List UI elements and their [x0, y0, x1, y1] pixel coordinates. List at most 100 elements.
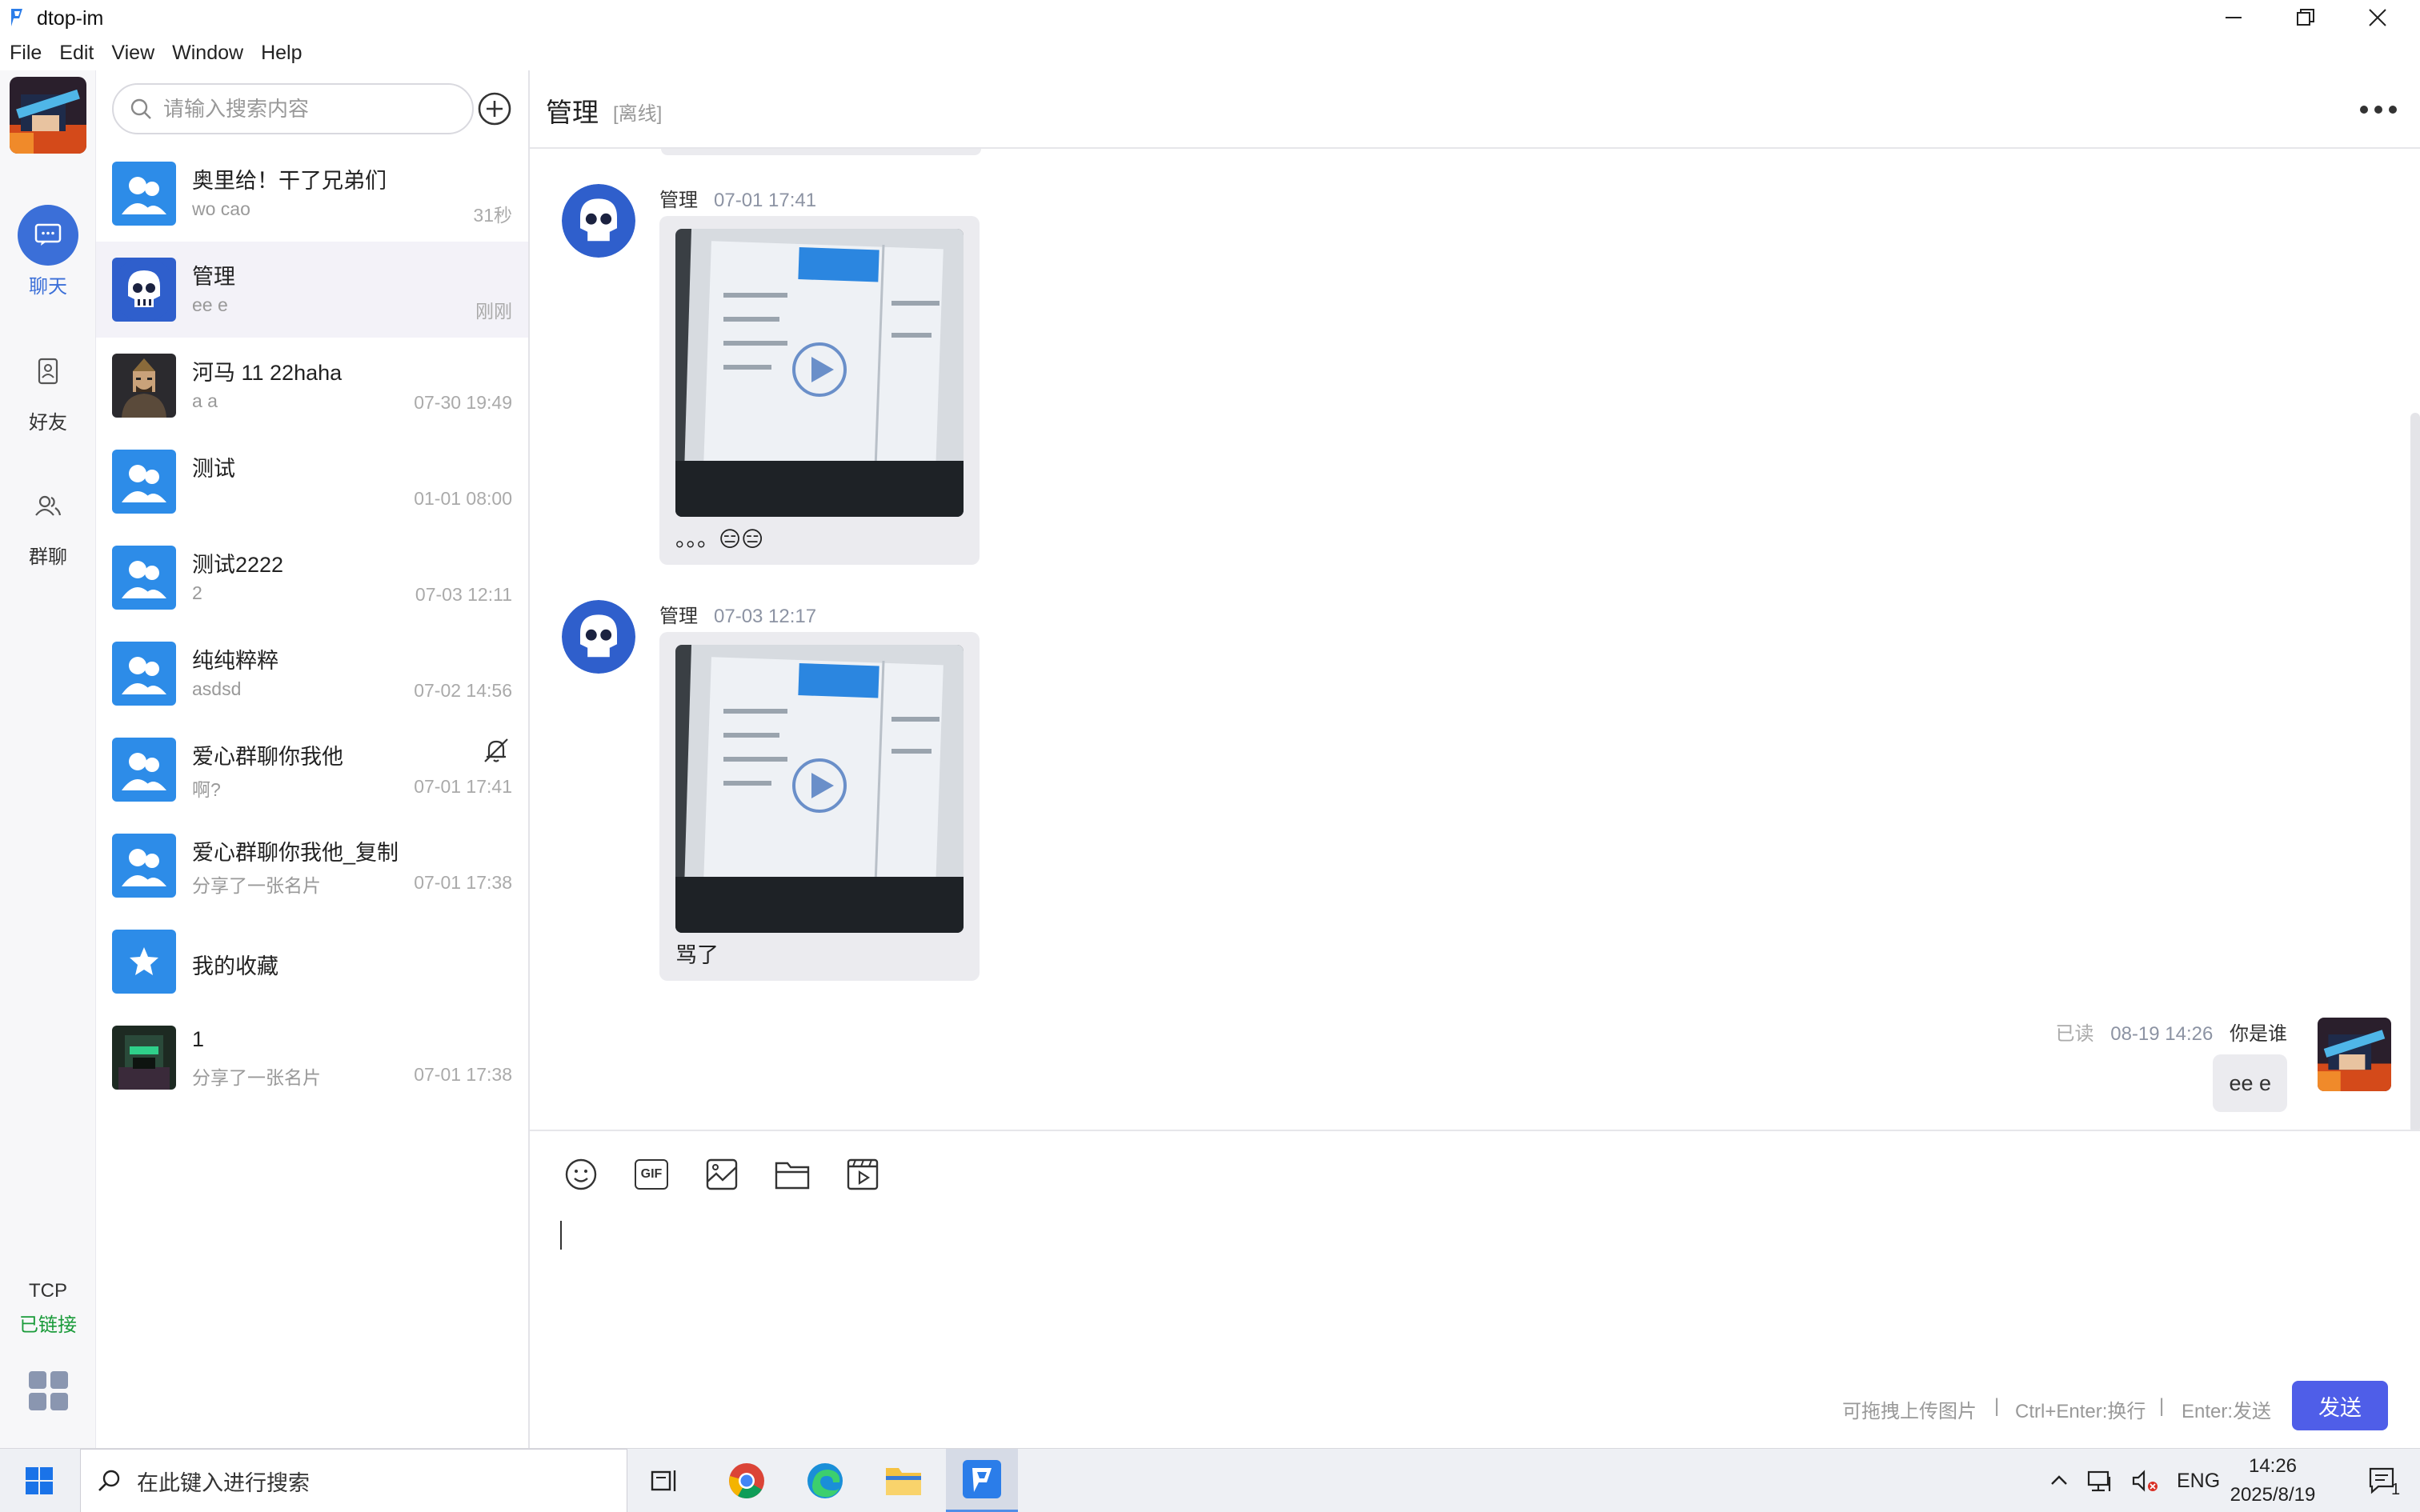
task-view-icon [651, 1470, 676, 1491]
conversation-item[interactable]: 爱心群聊你我他 啊? 07-01 17:41 [96, 722, 528, 818]
conversation-preview: wo cao [192, 198, 250, 219]
volume-muted-icon[interactable] [2132, 1469, 2159, 1493]
conversation-time: 07-01 17:41 [414, 776, 512, 797]
notification-center-button[interactable]: 1 [2348, 1449, 2420, 1512]
image-icon [706, 1158, 738, 1190]
video-button[interactable] [842, 1154, 883, 1195]
message-sender: 你是谁 [2230, 1023, 2287, 1045]
chat-header: 管理 [离线] [530, 70, 2420, 149]
message-input[interactable] [546, 1211, 2402, 1363]
conversation-panel: 奥里给！干了兄弟们 wo cao 31秒 管理 ee e 刚刚 河马 11 22… [96, 70, 530, 1448]
connection-state: 已链接 [19, 1314, 77, 1336]
apps-grid-button[interactable] [29, 1371, 69, 1411]
search-box[interactable] [112, 83, 474, 134]
conversation-preview: 2 [192, 582, 202, 603]
add-button[interactable] [474, 88, 515, 130]
network-icon[interactable] [2087, 1469, 2114, 1493]
menu-help[interactable]: Help [261, 42, 302, 65]
hint-newline: Ctrl+Enter:换行 [2015, 1401, 2146, 1422]
conversation-item[interactable]: 管理 ee e 刚刚 [96, 242, 528, 338]
taskbar-app-dtop-im[interactable] [946, 1449, 1018, 1512]
skull-avatar-icon [112, 258, 176, 322]
nav-item-contacts[interactable]: 好友 [0, 341, 96, 461]
hint-separator: | [1994, 1395, 2000, 1417]
more-options-button[interactable] [2356, 99, 2401, 120]
close-icon [2369, 9, 2386, 26]
message-meta: 管理 07-03 12:17 [659, 600, 816, 628]
nav-item-groups[interactable]: 群聊 [0, 475, 96, 595]
minimize-icon [2226, 17, 2242, 18]
conversation-name: 河马 11 22haha [192, 361, 343, 385]
connection-protocol: TCP [29, 1280, 67, 1302]
file-button[interactable] [771, 1154, 813, 1195]
image-button[interactable] [701, 1154, 743, 1195]
previous-message-bubble-edge [661, 149, 981, 155]
message-time: 07-03 12:17 [714, 606, 817, 627]
self-avatar[interactable] [10, 77, 86, 154]
skull-avatar-icon[interactable] [562, 600, 635, 674]
emoji-icon [565, 1158, 597, 1190]
conversation-item[interactable]: 河马 11 22haha a a 07-30 19:49 [96, 338, 528, 434]
gif-button[interactable]: GIF [631, 1154, 672, 1195]
restore-button[interactable] [2270, 0, 2342, 35]
hint-send: Enter:发送 [2182, 1401, 2272, 1422]
conversation-item[interactable]: 测试2222 2 07-03 12:11 [96, 530, 528, 626]
menu-view[interactable]: View [111, 42, 154, 65]
minimize-button[interactable] [2198, 0, 2270, 35]
conversation-item[interactable]: 测试 01-01 08:00 [96, 434, 528, 530]
conversation-list: 奥里给！干了兄弟们 wo cao 31秒 管理 ee e 刚刚 河马 11 22… [96, 146, 528, 1106]
title-bar: dtop-im [0, 0, 2420, 35]
hint-upload: 可拖拽上传图片 [1842, 1401, 1977, 1422]
taskbar-app-chrome[interactable] [711, 1449, 783, 1512]
conversation-name: 我的收藏 [192, 954, 278, 978]
menu-bar: File Edit View Window Help [0, 35, 2420, 70]
clock-date: 2025/8/19 [2230, 1484, 2316, 1506]
close-button[interactable] [2342, 0, 2414, 35]
conversation-name: 爱心群聊你我他_复制 [192, 841, 399, 865]
conversation-item[interactable]: 1 分享了一张名片 07-01 17:38 [96, 1010, 528, 1106]
nav-label-chat: 聊天 [29, 276, 67, 298]
conversation-item[interactable]: 纯纯粹粹 asdsd 07-02 14:56 [96, 626, 528, 722]
message-scrollbar[interactable] [2410, 413, 2420, 1130]
app-logo-icon [11, 9, 22, 26]
connection-status: TCP 已链接 [0, 1280, 96, 1337]
conversation-preview: 分享了一张名片 [192, 1067, 321, 1088]
video-thumbnail[interactable] [675, 645, 964, 933]
taskbar-app-edge[interactable] [789, 1449, 861, 1512]
emoji-button[interactable] [560, 1154, 602, 1195]
taskbar-search[interactable]: 在此键入进行搜索 [80, 1449, 627, 1512]
start-button[interactable] [3, 1449, 75, 1512]
conversation-time: 07-03 12:11 [415, 584, 512, 605]
taskbar-app-explorer[interactable] [867, 1449, 940, 1512]
skull-avatar-icon[interactable] [562, 184, 635, 258]
self-message-avatar[interactable] [2318, 1018, 2391, 1091]
send-button[interactable]: 发送 [2292, 1381, 2388, 1430]
notification-count: 1 [2391, 1481, 2401, 1498]
conversation-item[interactable]: 爱心群聊你我他_复制 分享了一张名片 07-01 17:38 [96, 818, 528, 914]
text-cursor [560, 1221, 562, 1250]
message-time: 08-19 14:26 [2110, 1023, 2214, 1045]
self-message-bubble: ee e [2213, 1054, 2287, 1112]
menu-window[interactable]: Window [172, 42, 243, 65]
conversation-preview: asdsd [192, 678, 242, 699]
video-thumbnail[interactable] [675, 229, 964, 517]
message-bubble: 骂了 [659, 632, 980, 981]
hint-separator: | [2159, 1395, 2165, 1417]
menu-edit[interactable]: Edit [59, 42, 94, 65]
nav-item-chat[interactable]: 聊天 [0, 205, 96, 325]
conversation-name: 纯纯粹粹 [192, 649, 278, 673]
chevron-up-icon[interactable] [2049, 1470, 2069, 1491]
search-input[interactable] [163, 96, 435, 122]
gif-icon: GIF [635, 1159, 668, 1190]
group-avatar-icon [112, 162, 176, 226]
folder-icon [886, 1468, 921, 1495]
conversation-item[interactable]: 我的收藏 [96, 914, 528, 1010]
menu-file[interactable]: File [10, 42, 42, 65]
restore-icon [2297, 9, 2314, 26]
taskbar-clock[interactable]: 14:26 2025/8/19 [2209, 1452, 2337, 1510]
conversation-item[interactable]: 奥里给！干了兄弟们 wo cao 31秒 [96, 146, 528, 242]
nav-rail: 聊天 好友 群聊 TCP 已链接 [0, 70, 96, 1448]
conversation-time: 07-01 17:38 [414, 872, 512, 893]
task-view-button[interactable] [629, 1449, 701, 1512]
folder-icon [775, 1162, 810, 1190]
